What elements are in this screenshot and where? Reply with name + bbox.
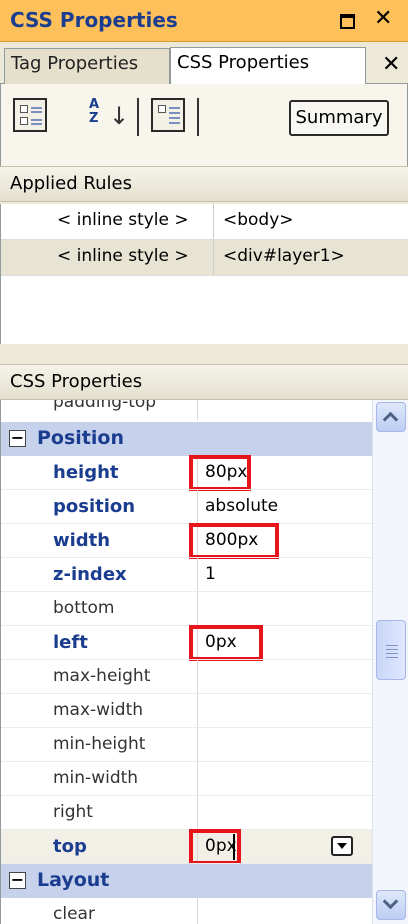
property-value[interactable]: 1	[205, 564, 216, 584]
show-categorized-icon	[20, 104, 42, 128]
group-name: Layout	[37, 869, 110, 891]
property-row-max-height[interactable]: max-height	[1, 660, 372, 694]
property-row-top[interactable]: top 0px	[1, 829, 372, 865]
applied-rules-header: Applied Rules	[0, 166, 408, 202]
property-row-min-height[interactable]: min-height	[1, 728, 372, 762]
property-name: min-width	[53, 768, 139, 788]
scrollbar-thumb[interactable]	[376, 620, 406, 680]
property-name: width	[53, 530, 111, 551]
show-categorized-button[interactable]	[13, 98, 47, 132]
property-name: max-width	[53, 700, 144, 720]
group-row-position[interactable]: − Position	[1, 422, 372, 456]
css-properties-header: CSS Properties	[0, 364, 408, 400]
property-row-min-width[interactable]: min-width	[1, 762, 372, 796]
property-name: padding-top	[53, 400, 157, 412]
property-name: bottom	[53, 598, 115, 618]
property-row[interactable]: padding-top	[1, 400, 372, 420]
toolbar: AZ ↓ Summary	[0, 84, 408, 166]
sort-alphabetically-button[interactable]: AZ ↓	[89, 97, 130, 131]
tab-css-properties[interactable]: CSS Properties	[170, 47, 366, 85]
show-set-properties-icon	[158, 104, 180, 128]
property-row-left[interactable]: left 0px	[1, 625, 372, 661]
property-row-height[interactable]: height 80px	[1, 455, 372, 491]
rule-selector: < inline style >	[57, 246, 189, 266]
property-name: min-height	[53, 734, 146, 754]
property-name: z-index	[53, 564, 127, 585]
property-row-max-width[interactable]: max-width	[1, 694, 372, 728]
property-row-z-index[interactable]: z-index 1	[1, 558, 372, 592]
scroll-down-button[interactable]	[376, 890, 406, 920]
property-row-bottom[interactable]: bottom	[1, 592, 372, 626]
tab-strip: Tag Properties CSS Properties ✕	[0, 42, 408, 85]
rule-row[interactable]: < inline style > <body>	[1, 204, 408, 240]
collapse-icon[interactable]: −	[9, 430, 26, 447]
chevron-up-icon	[382, 411, 399, 428]
pane-splitter[interactable]	[0, 344, 408, 362]
rule-selector: < inline style >	[57, 210, 189, 230]
rule-element: <body>	[223, 210, 294, 230]
property-row-clear[interactable]: clear	[1, 898, 372, 924]
property-row-position[interactable]: position absolute	[1, 490, 372, 524]
panel-title-bar: CSS Properties ✕	[0, 0, 408, 42]
group-row-layout[interactable]: − Layout	[1, 864, 372, 898]
property-name: height	[53, 462, 119, 483]
sort-alphabetically-icon: AZ	[89, 97, 100, 126]
applied-rules-list: < inline style > <body> < inline style >…	[0, 204, 408, 344]
highlight-box	[189, 625, 263, 661]
restore-window-icon[interactable]	[340, 14, 355, 29]
css-properties-grid: padding-top − Position height 80px posit…	[0, 400, 372, 924]
close-panel-icon[interactable]: ✕	[374, 6, 392, 31]
highlight-box	[189, 455, 251, 491]
property-name: max-height	[53, 666, 151, 686]
property-name: clear	[53, 904, 95, 924]
scroll-up-button[interactable]	[376, 402, 406, 432]
panel-title: CSS Properties	[10, 8, 178, 32]
tab-tag-properties[interactable]: Tag Properties	[4, 48, 170, 84]
property-name: position	[53, 496, 136, 517]
property-name: top	[53, 836, 87, 857]
rule-row-selected[interactable]: < inline style > <div#layer1>	[1, 240, 408, 276]
highlight-box	[189, 829, 241, 865]
highlight-box	[189, 523, 279, 559]
property-row-right[interactable]: right	[1, 796, 372, 830]
property-value[interactable]: absolute	[205, 496, 278, 516]
chevron-down-icon	[382, 893, 399, 910]
toolbar-separator	[137, 98, 139, 136]
dropdown-arrow-icon[interactable]	[331, 836, 353, 856]
property-name: left	[53, 632, 88, 653]
property-row-width[interactable]: width 800px	[1, 523, 372, 559]
property-name: right	[53, 802, 93, 822]
show-set-properties-button[interactable]	[151, 98, 185, 132]
vertical-scrollbar[interactable]	[372, 400, 408, 924]
summary-button[interactable]: Summary	[289, 100, 389, 136]
toolbar-separator	[197, 98, 199, 136]
arrow-down-icon: ↓	[109, 102, 130, 130]
group-name: Position	[37, 427, 124, 449]
rule-element: <div#layer1>	[223, 246, 345, 266]
close-tab-icon[interactable]: ✕	[382, 52, 400, 77]
collapse-icon[interactable]: −	[9, 872, 26, 889]
